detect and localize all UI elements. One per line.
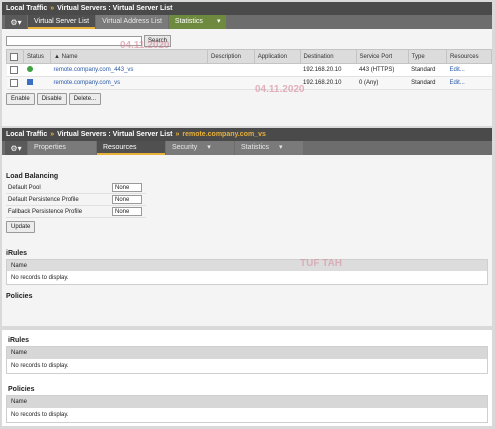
irules-table: Name No records to display. (6, 259, 488, 285)
virtual-server-table: Status ▲ Name Description Application De… (6, 49, 493, 90)
description-cell (207, 63, 255, 77)
action-buttons: Enable Disable Delete... (2, 90, 492, 108)
tab-security[interactable]: Security ▾ (166, 141, 234, 155)
breadcrumb-separator: » (50, 131, 55, 138)
breadcrumb-root[interactable]: Local Traffic (6, 5, 47, 12)
default-persistence-row: Default Persistence Profile None (6, 194, 146, 206)
col-resources[interactable]: Resources (445, 49, 493, 64)
breadcrumb-current: remote.company.com_vs (182, 131, 266, 138)
load-balancing-heading: Load Balancing (6, 173, 59, 180)
vs-name-link[interactable]: remote.company.com_vs (50, 76, 208, 90)
resources-edit-link[interactable]: Edit... (446, 63, 492, 77)
irules-heading: iRules (8, 337, 30, 344)
policies-name-column[interactable]: Name (7, 396, 487, 408)
table-row: remote.company.com_443_vs 192.168.20.10 … (6, 63, 492, 77)
virtual-server-list-panel: Local Traffic » Virtual Servers : Virtua… (2, 2, 493, 126)
chevron-down-icon: ▾ (216, 18, 221, 25)
service-port-cell: 443 (HTTPS) (356, 63, 409, 77)
chevron-down-icon: ▾ (207, 144, 211, 151)
col-name-label: Name (61, 53, 78, 60)
search-input[interactable] (6, 36, 142, 46)
col-application[interactable]: Application (253, 49, 301, 64)
breadcrumb-root[interactable]: Local Traffic (6, 131, 47, 138)
irules-policies-panel: iRules Name No records to display. Polic… (2, 330, 492, 426)
policies-empty-message: No records to display. (11, 412, 69, 418)
update-row: Update (2, 218, 492, 236)
resources-edit-link[interactable]: Edit... (446, 76, 492, 90)
destination-cell: 192.168.20.10 (300, 63, 357, 77)
type-cell: Standard (408, 63, 447, 77)
irules-name-column[interactable]: Name (7, 347, 487, 359)
table-row: remote.company.com_vs 192.168.20.10 0 (A… (6, 76, 492, 90)
title-bar: Local Traffic » Virtual Servers : Virtua… (2, 128, 492, 141)
irules-empty-message: No records to display. (11, 363, 69, 369)
destination-cell: 192.168.20.10 (300, 76, 357, 90)
col-description[interactable]: Description (207, 49, 255, 64)
fallback-persistence-row: Fallback Persistence Profile None (6, 206, 146, 218)
status-unknown-icon (26, 79, 33, 85)
row-checkbox[interactable] (9, 66, 18, 74)
breadcrumb-separator: » (50, 5, 55, 12)
tab-virtual-server-list[interactable]: Virtual Server List (28, 15, 96, 29)
status-cell (23, 76, 51, 90)
row-checkbox[interactable] (9, 79, 18, 87)
default-pool-select[interactable]: None (112, 183, 142, 192)
default-pool-row: Default Pool None (6, 182, 146, 194)
search-button[interactable]: Search (144, 35, 172, 47)
col-name[interactable]: ▲ Name (50, 49, 208, 64)
tab-statistics[interactable]: Statistics ▾ (168, 15, 227, 29)
policies-table: Name No records to display. (6, 395, 488, 423)
select-all-checkbox[interactable] (10, 52, 18, 61)
irules-empty-message: No records to display. (11, 274, 69, 281)
tab-bar: ⚙▾ Virtual Server List Virtual Address L… (2, 15, 492, 29)
gear-menu-icon[interactable]: ⚙▾ (5, 15, 27, 29)
row-select-cell (6, 63, 24, 77)
tab-statistics-label: Statistics (174, 17, 203, 25)
tab-virtual-address-list[interactable]: Virtual Address List (96, 15, 168, 29)
tab-security-label: Security (172, 143, 198, 151)
application-cell (254, 76, 301, 90)
search-row: Search (2, 29, 492, 49)
enable-button[interactable]: Enable (6, 93, 35, 105)
tab-statistics[interactable]: Statistics ▾ (235, 141, 303, 155)
status-cell (23, 63, 51, 77)
default-pool-label: Default Pool (8, 184, 41, 191)
col-destination[interactable]: Destination (299, 49, 357, 64)
default-persistence-select[interactable]: None (112, 195, 142, 204)
policies-heading: Policies (8, 386, 35, 393)
irules-name-column[interactable]: Name (7, 260, 487, 271)
col-service-port[interactable]: Service Port (355, 49, 409, 64)
select-all-header[interactable] (6, 49, 24, 64)
breadcrumb-separator: » (175, 131, 180, 138)
default-persistence-label: Default Persistence Profile (8, 196, 79, 203)
col-type[interactable]: Type (407, 49, 447, 64)
delete-button[interactable]: Delete... (68, 93, 102, 105)
breadcrumb-current: Virtual Servers : Virtual Server List (57, 5, 173, 12)
type-cell: Standard (408, 76, 447, 90)
service-port-cell: 0 (Any) (356, 76, 409, 90)
application-cell (254, 63, 301, 77)
irules-heading: iRules (6, 250, 28, 257)
breadcrumb-list[interactable]: Virtual Servers : Virtual Server List (57, 131, 172, 138)
description-cell (207, 76, 255, 90)
fallback-persistence-select[interactable]: None (112, 207, 142, 216)
tab-resources[interactable]: Resources (97, 141, 165, 155)
row-select-cell (6, 76, 24, 90)
tab-bar: ⚙▾ Properties Resources Security ▾ Stati… (2, 141, 492, 155)
chevron-down-icon: ▾ (279, 144, 283, 151)
update-button[interactable]: Update (6, 221, 36, 233)
disable-button[interactable]: Disable (36, 93, 67, 105)
status-available-icon (26, 66, 33, 72)
virtual-server-resources-panel: Local Traffic » Virtual Servers : Virtua… (2, 128, 492, 326)
fallback-persistence-label: Fallback Persistence Profile (8, 208, 83, 215)
tab-properties[interactable]: Properties (28, 141, 96, 155)
tab-statistics-label: Statistics (241, 143, 270, 151)
table-header: Status ▲ Name Description Application De… (6, 49, 493, 64)
col-status[interactable]: Status (23, 49, 51, 64)
gear-menu-icon[interactable]: ⚙▾ (5, 141, 27, 155)
policies-heading: Policies (6, 293, 33, 300)
irules-table: Name No records to display. (6, 346, 488, 374)
title-bar: Local Traffic » Virtual Servers : Virtua… (2, 2, 492, 15)
vs-name-link[interactable]: remote.company.com_443_vs (50, 63, 208, 77)
